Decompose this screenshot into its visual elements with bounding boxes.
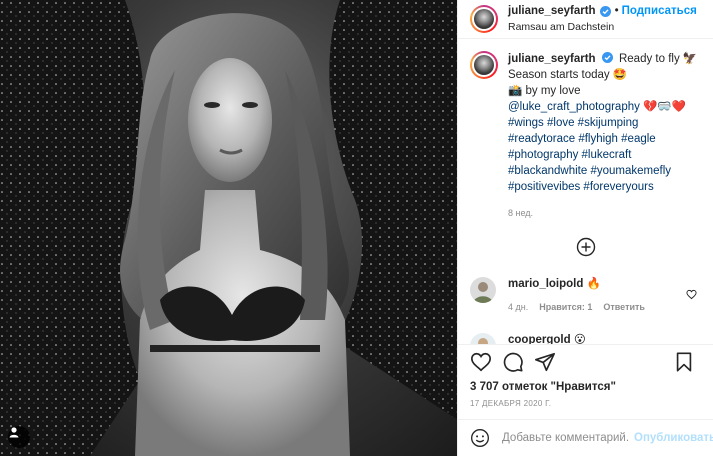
caption-line-3: 📸 by my love <box>508 85 581 97</box>
verified-badge-icon <box>599 5 611 17</box>
caption-hashtags-1[interactable]: #wings #love #skijumping <box>508 117 638 129</box>
post-location[interactable]: Ramsau am Dachstein <box>508 21 697 33</box>
comment-likes[interactable]: Нравится: 1 <box>539 300 592 315</box>
comment-text: 🔥 <box>586 278 601 290</box>
comment-time[interactable]: 4 дн. <box>508 300 528 315</box>
user-tag-icon[interactable] <box>8 426 30 448</box>
caption-line-2: Season starts today 🤩 <box>508 69 628 81</box>
commenter-avatar[interactable] <box>470 277 496 303</box>
commenter-avatar[interactable] <box>470 333 496 344</box>
post-date[interactable]: 17 ДЕКАБРЯ 2020 Г. <box>458 395 713 419</box>
caption-time[interactable]: 8 нед. <box>508 205 698 221</box>
author-username[interactable]: juliane_seyfarth <box>508 5 596 17</box>
caption-author-avatar[interactable] <box>470 51 498 79</box>
caption-hashtags-4[interactable]: #blackandwhite #youmakemefly <box>508 165 671 177</box>
author-avatar[interactable] <box>470 5 498 33</box>
commenter-username[interactable]: mario_loipold <box>508 278 583 290</box>
comment-input[interactable] <box>500 431 632 445</box>
heart-icon[interactable] <box>470 351 492 373</box>
plus-circle-icon[interactable] <box>576 237 596 257</box>
comment-reply-button[interactable]: Ответить <box>603 300 645 315</box>
follow-button[interactable]: Подписаться <box>622 5 697 17</box>
comment-like-icon[interactable] <box>686 287 697 300</box>
instagram-post-modal: juliane_seyfarth • Подписаться Ramsau am… <box>0 0 713 456</box>
load-more-comments[interactable] <box>458 237 713 257</box>
comment-bubble-icon[interactable] <box>502 351 524 373</box>
caption-hashtags-3[interactable]: #photography #lukecraft <box>508 149 631 161</box>
comment-item: coopergold 😮 <box>458 333 713 344</box>
publish-button[interactable]: Опубликовать <box>634 432 713 444</box>
smiley-icon[interactable] <box>470 428 490 448</box>
commenter-username[interactable]: coopergold <box>508 334 571 344</box>
post-sidebar: juliane_seyfarth • Подписаться Ramsau am… <box>457 0 713 456</box>
add-comment-form: Опубликовать <box>458 419 713 456</box>
post-photo[interactable] <box>0 0 457 456</box>
comment-text: 😮 <box>573 334 586 344</box>
caption-mention-emoji: 💔🥽❤️ <box>643 101 687 113</box>
paper-plane-icon[interactable] <box>534 351 556 373</box>
caption-hashtags-5[interactable]: #positivevibes #foreveryours <box>508 181 654 193</box>
post-caption: juliane_seyfarth Ready to fly 🦅 Season s… <box>458 39 713 221</box>
header-text: juliane_seyfarth • Подписаться Ramsau am… <box>508 5 697 33</box>
likes-count[interactable]: 3 707 отметок "Нравится" <box>458 379 713 395</box>
post-header: juliane_seyfarth • Подписаться Ramsau am… <box>458 0 713 39</box>
caption-author-username[interactable]: juliane_seyfarth <box>508 53 596 65</box>
bookmark-icon[interactable] <box>673 351 695 373</box>
comments-section[interactable]: juliane_seyfarth Ready to fly 🦅 Season s… <box>458 39 713 344</box>
comment-item: mario_loipold 🔥 4 дн. Нравится: 1 Ответи… <box>458 277 713 315</box>
separator-dot: • <box>614 5 619 17</box>
caption-hashtags-2[interactable]: #readytorace #flyhigh #eagle <box>508 133 656 145</box>
verified-badge-icon <box>601 52 613 63</box>
caption-mention[interactable]: @luke_craft_photography <box>508 101 640 113</box>
post-actions-bar <box>458 344 713 379</box>
photo-illustration <box>0 0 457 456</box>
caption-line-1: Ready to fly 🦅 <box>618 53 698 65</box>
